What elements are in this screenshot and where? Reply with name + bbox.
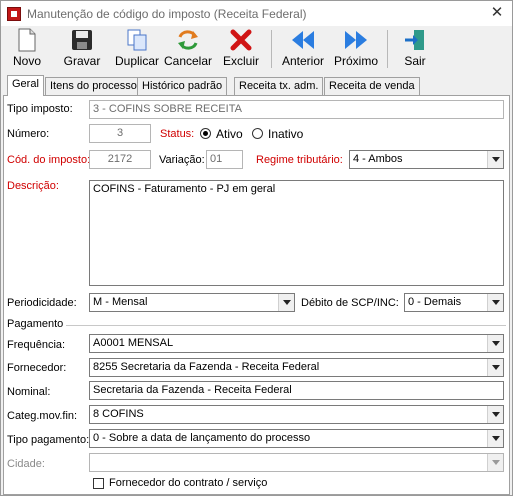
cancel-button[interactable]: Cancelar xyxy=(163,28,213,70)
tipo-imposto-label: Tipo imposto: xyxy=(7,103,73,115)
tipo-pagamento-value: 0 - Sobre a data de lançamento do proces… xyxy=(93,432,311,444)
categ-label: Categ.mov.fin: xyxy=(7,410,78,422)
tab-strip: Geral Itens do processo Histórico padrão… xyxy=(5,75,510,96)
numero-label: Número: xyxy=(7,128,50,140)
tax-code-window: Manutenção de código do imposto (Receita… xyxy=(0,0,513,496)
status-label: Status: xyxy=(160,128,195,140)
group-divider xyxy=(66,325,506,326)
cidade-select xyxy=(89,453,504,472)
nominal-label: Nominal: xyxy=(7,386,51,398)
cancel-label: Cancelar xyxy=(163,54,213,68)
variacao-field: 01 xyxy=(206,150,243,169)
exit-label: Sair xyxy=(404,54,426,68)
debito-value: 0 - Demais xyxy=(408,296,462,308)
delete-button[interactable]: Excluir xyxy=(221,28,261,70)
chevron-down-icon[interactable] xyxy=(487,430,503,447)
periodicidade-select[interactable]: M - Mensal xyxy=(89,293,295,312)
next-label: Próximo xyxy=(333,54,378,68)
next-button[interactable]: Próximo xyxy=(332,28,380,70)
cod-imposto-label: Cód. do imposto: xyxy=(7,154,91,166)
previous-arrow-icon xyxy=(292,31,314,49)
chevron-down-icon xyxy=(487,454,503,471)
tab-receita-de-venda[interactable]: Receita de venda xyxy=(324,77,420,95)
fornecedor-contrato-label: Fornecedor do contrato / serviço xyxy=(109,477,268,489)
exit-button[interactable]: Sair xyxy=(397,28,433,70)
save-label: Gravar xyxy=(63,54,101,68)
cidade-label: Cidade: xyxy=(7,458,45,470)
descricao-textarea[interactable]: COFINS - Faturamento - PJ em geral xyxy=(89,180,504,286)
chevron-down-icon[interactable] xyxy=(487,359,503,376)
pagamento-group-label: Pagamento xyxy=(7,318,64,330)
geral-panel: Tipo imposto: 3 - COFINS SOBRE RECEITA N… xyxy=(3,95,510,495)
exit-door-icon xyxy=(405,30,424,50)
regime-label: Regime tributário: xyxy=(256,154,343,166)
toolbar: Novo Gravar Duplicar Cancelar Excluir An… xyxy=(1,26,512,72)
frequencia-label: Frequência: xyxy=(7,339,66,351)
descricao-label: Descrição: xyxy=(7,180,59,192)
previous-button[interactable]: Anterior xyxy=(280,28,326,70)
tab-receita-tx-adm[interactable]: Receita tx. adm. xyxy=(234,77,324,95)
close-icon[interactable]: ✕ xyxy=(488,4,506,22)
cancel-arrows-icon xyxy=(178,30,198,50)
fornecedor-contrato-checkbox[interactable] xyxy=(93,478,104,489)
frequencia-select[interactable]: A0001 MENSAL xyxy=(89,334,504,353)
duplicate-label: Duplicar xyxy=(114,54,159,68)
chevron-down-icon[interactable] xyxy=(487,294,503,311)
title-bar: Manutenção de código do imposto (Receita… xyxy=(1,1,512,26)
tipo-pagamento-select[interactable]: 0 - Sobre a data de lançamento do proces… xyxy=(89,429,504,448)
fornecedor-select[interactable]: 8255 Secretaria da Fazenda - Receita Fed… xyxy=(89,358,504,377)
numero-field: 3 xyxy=(89,124,151,143)
previous-label: Anterior xyxy=(281,54,325,68)
variacao-label: Variação: xyxy=(159,154,205,166)
status-ativo-label: Ativo xyxy=(216,127,243,141)
chevron-down-icon[interactable] xyxy=(487,151,503,168)
frequencia-value: A0001 MENSAL xyxy=(93,337,174,349)
categ-select[interactable]: 8 COFINS xyxy=(89,405,504,424)
status-inativo-radio[interactable] xyxy=(252,128,263,139)
chevron-down-icon[interactable] xyxy=(487,406,503,423)
tipo-pagamento-label: Tipo pagamento: xyxy=(7,434,90,446)
tipo-imposto-field: 3 - COFINS SOBRE RECEITA xyxy=(89,100,504,119)
new-button[interactable]: Novo xyxy=(7,28,47,70)
duplicate-icon xyxy=(127,29,147,51)
tab-geral[interactable]: Geral xyxy=(7,75,44,96)
nominal-field[interactable]: Secretaria da Fazenda - Receita Federal xyxy=(89,381,504,400)
fornecedor-label: Fornecedor: xyxy=(7,362,67,374)
delete-label: Excluir xyxy=(222,54,259,68)
status-ativo-radio[interactable] xyxy=(200,128,211,139)
debito-select[interactable]: 0 - Demais xyxy=(404,293,504,312)
toolbar-separator xyxy=(271,30,272,68)
save-disk-icon xyxy=(72,30,92,50)
toolbar-separator xyxy=(387,30,388,68)
next-arrow-icon xyxy=(345,31,367,49)
tab-historico-padrao[interactable]: Histórico padrão xyxy=(137,77,228,95)
fornecedor-value: 8255 Secretaria da Fazenda - Receita Fed… xyxy=(93,361,320,373)
status-inativo-label: Inativo xyxy=(268,127,304,141)
chevron-down-icon[interactable] xyxy=(278,294,294,311)
debito-label: Débito de SCP/INC: xyxy=(301,297,399,309)
window-title: Manutenção de código do imposto (Receita… xyxy=(27,6,307,21)
app-icon xyxy=(7,6,21,21)
regime-value: 4 - Ambos xyxy=(353,153,403,165)
categ-value: 8 COFINS xyxy=(93,408,144,420)
delete-x-icon xyxy=(230,29,252,51)
cod-imposto-field: 2172 xyxy=(89,150,151,169)
chevron-down-icon[interactable] xyxy=(487,335,503,352)
new-label: Novo xyxy=(12,54,41,68)
new-document-icon xyxy=(18,28,36,52)
regime-select[interactable]: 4 - Ambos xyxy=(349,150,504,169)
periodicidade-value: M - Mensal xyxy=(93,296,148,308)
save-button[interactable]: Gravar xyxy=(59,28,105,70)
tab-itens-do-processo[interactable]: Itens do processo xyxy=(45,77,142,95)
periodicidade-label: Periodicidade: xyxy=(7,297,77,309)
duplicate-button[interactable]: Duplicar xyxy=(113,28,161,70)
